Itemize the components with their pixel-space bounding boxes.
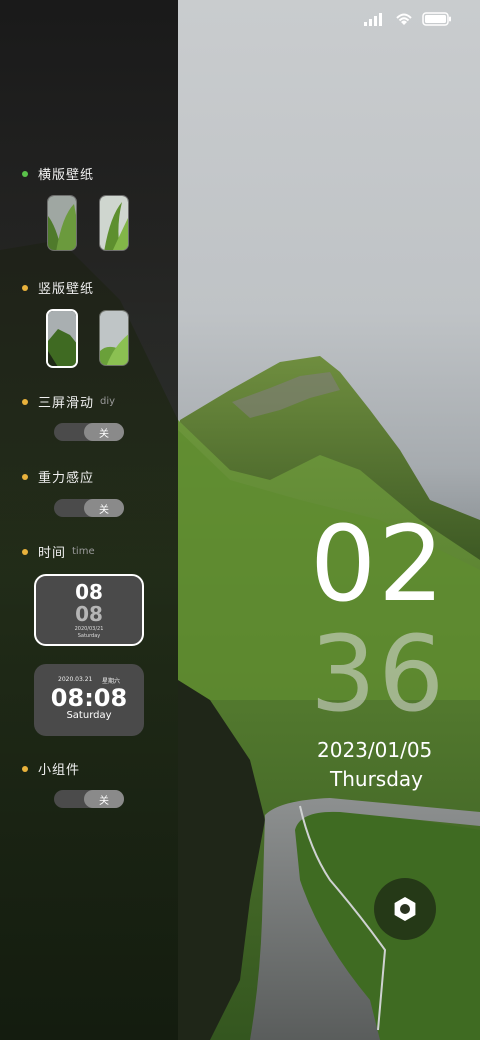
clock-style-1-hour: 08 — [75, 580, 103, 604]
yellow-dot-icon — [22, 765, 28, 772]
section-landscape-wallpaper: 横版壁纸 — [22, 164, 94, 183]
clock-style-1-weekday: Saturday — [77, 633, 101, 639]
section-three-screen-scroll: 三屏滑动 diy — [22, 392, 115, 411]
status-bar — [364, 12, 452, 26]
clock-style-2-weekday: Saturday — [66, 710, 112, 721]
hexagon-nut-icon — [394, 897, 416, 921]
landscape-wallpaper-thumb-1[interactable] — [47, 195, 77, 251]
section-label: 三屏滑动 — [38, 396, 95, 411]
battery-icon — [422, 12, 451, 26]
section-label: 重力感应 — [38, 471, 95, 486]
toggle-knob: 关 — [84, 790, 124, 808]
clock-hour: 02 — [310, 503, 447, 625]
portrait-wallpaper-thumb-2[interactable] — [99, 310, 129, 366]
section-gravity-sensor: 重力感应 — [22, 467, 94, 486]
section-label: 时间 — [38, 546, 67, 561]
section-sub-label: diy — [100, 396, 116, 407]
clock-style-1-minute: 08 — [75, 602, 103, 626]
yellow-dot-icon — [22, 548, 28, 555]
widget-toggle[interactable]: 关 — [54, 790, 124, 808]
landscape-wallpaper-thumb-2[interactable] — [99, 195, 129, 251]
section-label: 小组件 — [38, 763, 81, 778]
section-sub-label: time — [72, 546, 95, 557]
wifi-icon — [396, 13, 412, 25]
three-screen-scroll-toggle[interactable]: 关 — [54, 423, 124, 441]
yellow-dot-icon — [22, 473, 28, 480]
clock-weekday: Thursday — [330, 767, 423, 791]
toggle-knob: 关 — [84, 499, 124, 517]
section-label: 竖版壁纸 — [38, 282, 95, 297]
yellow-dot-icon — [22, 284, 28, 291]
clock-style-2-time: 08:08 — [50, 684, 128, 712]
section-time: 时间 time — [22, 542, 95, 561]
green-dot-icon — [22, 170, 28, 177]
settings-button[interactable] — [374, 878, 436, 940]
signal-icon — [364, 13, 382, 26]
clock-style-1-selected[interactable]: 08 08 2020/03/21 Saturday — [34, 574, 144, 646]
section-widget: 小组件 — [22, 759, 80, 778]
clock-style-1-date: 2020/03/21 — [74, 626, 104, 632]
section-portrait-wallpaper: 竖版壁纸 — [22, 278, 94, 297]
portrait-wallpaper-thumb-1-selected[interactable] — [46, 309, 78, 368]
clock-style-2[interactable]: 2020.03.21 星期六 08:08 Saturday — [34, 664, 144, 736]
toggle-knob: 关 — [84, 423, 124, 441]
clock-minute: 36 — [310, 613, 447, 735]
yellow-dot-icon — [22, 398, 28, 405]
gravity-sensor-toggle[interactable]: 关 — [54, 499, 124, 517]
settings-panel: 横版壁纸 竖版壁纸 三屏滑动 diy 关 重力感应 关 时间 time 08 0… — [0, 0, 178, 1040]
section-label: 横版壁纸 — [38, 168, 95, 183]
clock-style-2-date: 2020.03.21 — [58, 676, 93, 683]
clock-date: 2023/01/05 — [317, 738, 433, 762]
